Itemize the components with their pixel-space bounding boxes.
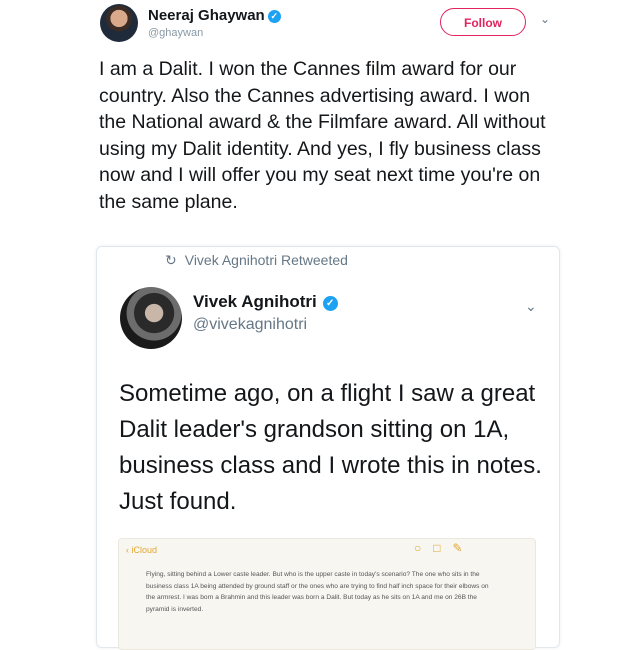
notes-text: Flying, sitting behind a Lower caste lea… <box>146 571 489 613</box>
retweet-author-avatar[interactable] <box>120 287 182 349</box>
retweet-author-name[interactable]: Vivek Agnihotri ✓ <box>193 292 338 312</box>
notes-back-label: iCloud <box>131 545 158 555</box>
retweeted-by: ↻ Vivek Agnihotri Retweeted <box>165 252 348 269</box>
author-handle[interactable]: @ghaywan <box>148 27 203 39</box>
notes-toolbar: ○□✎ <box>414 541 475 555</box>
chevron-down-icon[interactable]: ⌄ <box>525 298 537 315</box>
back-chevron-icon: ‹ iCloud <box>126 545 158 555</box>
retweet-icon: ↻ <box>165 252 177 268</box>
compose-icon: ✎ <box>452 541 475 555</box>
retweeted-label[interactable]: Vivek Agnihotri Retweeted <box>185 252 348 268</box>
retweet-author-handle[interactable]: @vivekagnihotri <box>193 316 307 334</box>
tweet-text: I am a Dalit. I won the Cannes film awar… <box>99 58 546 213</box>
retweet-author-name-text[interactable]: Vivek Agnihotri <box>193 292 317 311</box>
follow-button[interactable]: Follow <box>440 8 526 36</box>
author-avatar[interactable] <box>100 4 138 42</box>
verified-badge-icon: ✓ <box>322 296 338 311</box>
author-name[interactable]: Neeraj Ghaywan ✓ <box>148 7 281 24</box>
chevron-down-icon[interactable]: ⌄ <box>540 12 550 26</box>
trash-icon: □ <box>433 541 453 555</box>
author-name-text[interactable]: Neeraj Ghaywan <box>148 7 265 24</box>
verified-badge-icon: ✓ <box>267 10 281 23</box>
share-icon: ○ <box>414 541 434 555</box>
retweet-text: Sometime ago, on a flight I saw a great … <box>119 380 542 515</box>
